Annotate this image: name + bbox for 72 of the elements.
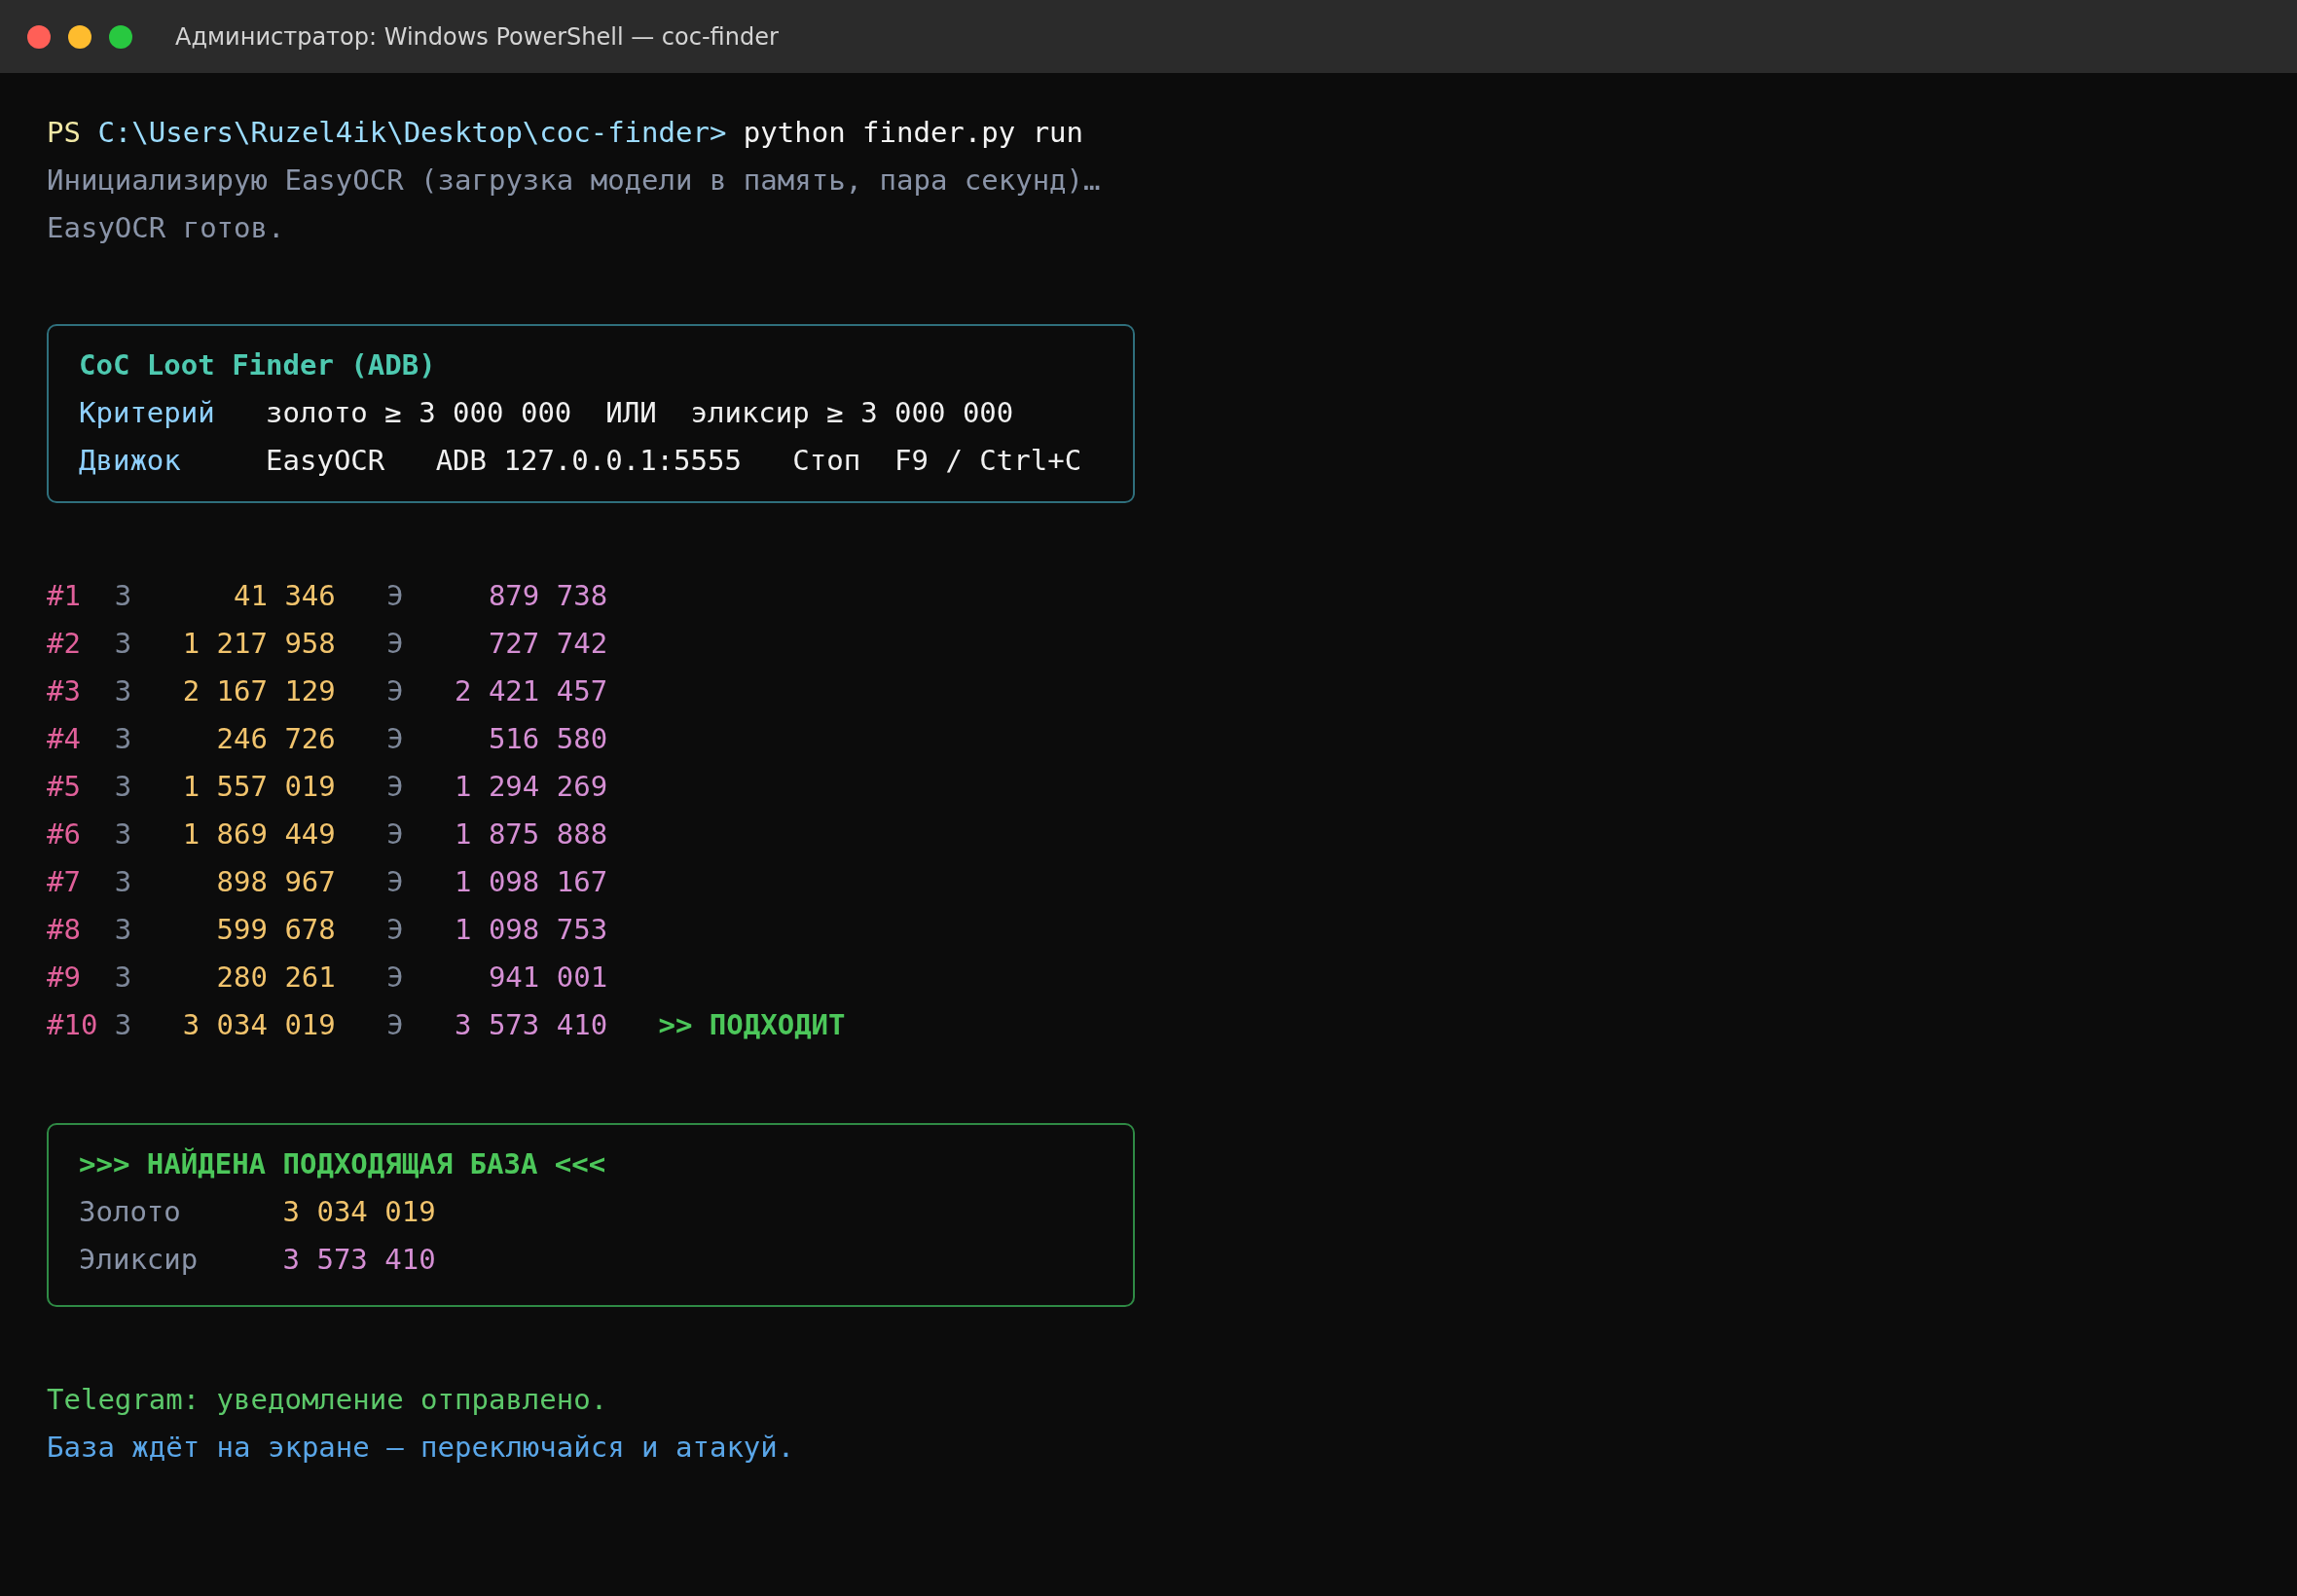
loot-letter: З [114, 769, 132, 805]
scan-number: #2 [47, 626, 82, 662]
maximize-icon[interactable] [109, 24, 132, 49]
loot-amount: 898 967 [215, 864, 336, 900]
scan-number: #1 [47, 578, 82, 614]
loot-letter: З [114, 816, 132, 852]
elixir-amount: 1 098 167 [453, 864, 608, 900]
scan-number: #9 [47, 960, 82, 996]
elixir-amount: 879 738 [487, 578, 608, 614]
loot-amount: 599 678 [215, 912, 336, 948]
elixir-letter: Э [386, 626, 404, 662]
setting-value: EasyOCR ADB 127.0.0.1:5555 Стоп F9 / Ctrl+C [266, 443, 1082, 479]
loot-letter: З [114, 1007, 132, 1043]
elixir-amount: 941 001 [487, 960, 608, 996]
loot-letter: З [114, 864, 132, 900]
loot-letter: З [114, 673, 132, 709]
scan-number: #4 [47, 721, 82, 757]
loot-amount: 1 557 019 [181, 769, 336, 805]
match-verdict: >> ПОДХОДИТ [658, 1007, 846, 1043]
panel-title: >>> НАЙДЕНА ПОДХОДЯЩАЯ БАЗА <<< [79, 1146, 606, 1182]
loot-label: Золото [79, 1194, 182, 1230]
scan-number: #8 [47, 912, 82, 948]
elixir-letter: Э [386, 769, 404, 805]
elixir-amount: 516 580 [487, 721, 608, 757]
command-text: python finder.py run [743, 115, 1084, 151]
loot-amount: 1 869 449 [181, 816, 336, 852]
scan-number: #7 [47, 864, 82, 900]
elixir-letter: Э [386, 960, 404, 996]
elixir-letter: Э [386, 816, 404, 852]
elixir-letter: Э [386, 578, 404, 614]
loot-letter: З [114, 912, 132, 948]
elixir-letter: Э [386, 864, 404, 900]
loot-amount: 41 346 [233, 578, 336, 614]
elixir-amount: 1 294 269 [453, 769, 608, 805]
elixir-amount: 3 573 410 [282, 1242, 436, 1278]
loot-amount: 3 034 019 [181, 1007, 336, 1043]
panel-title: CoC Loot Finder (ADB) [79, 347, 436, 383]
setting-value: золото ≥ 3 000 000 ИЛИ эликсир ≥ 3 000 000 [266, 395, 1014, 431]
prompt-path: C:\Users\Ruzel4ik\Desktop\coc-finder> [97, 115, 727, 151]
window-title: Администратор: Windows PowerShell — coc-finder [175, 22, 779, 51]
loot-amount: 1 217 958 [181, 626, 336, 662]
elixir-label: Эликсир [79, 1242, 200, 1278]
elixir-letter: Э [386, 1007, 404, 1043]
close-icon[interactable] [27, 24, 51, 49]
loot-amount: 280 261 [215, 960, 336, 996]
loot-letter: З [114, 721, 132, 757]
elixir-amount: 2 421 457 [453, 673, 608, 709]
loot-letter: З [114, 960, 132, 996]
loot-letter: З [114, 578, 132, 614]
elixir-amount: 1 875 888 [453, 816, 608, 852]
loot-amount: 2 167 129 [181, 673, 336, 709]
elixir-amount: 1 098 753 [453, 912, 608, 948]
setting-label: Движок [79, 443, 182, 479]
minimize-icon[interactable] [68, 24, 91, 49]
prompt-prefix: PS [47, 115, 81, 151]
loot-letter: З [114, 626, 132, 662]
loot-amount: 246 726 [215, 721, 336, 757]
output-line: Инициализирую EasyOCR (загрузка модели в память, пара секунд)… [47, 163, 1102, 199]
loot-amount: 3 034 019 [282, 1194, 436, 1230]
setting-label: Критерий [79, 395, 216, 431]
output-line: Telegram: уведомление отправлено. [47, 1382, 609, 1418]
output-line: База ждёт на экране — переключайся и атакуй. [47, 1430, 796, 1466]
elixir-amount: 3 573 410 [453, 1007, 608, 1043]
output-line: EasyOCR готов. [47, 210, 286, 246]
elixir-letter: Э [386, 721, 404, 757]
scan-number: #3 [47, 673, 82, 709]
scan-number: #10 [47, 1007, 99, 1043]
scan-number: #6 [47, 816, 82, 852]
elixir-letter: Э [386, 912, 404, 948]
elixir-letter: Э [386, 673, 404, 709]
elixir-amount: 727 742 [487, 626, 608, 662]
scan-number: #5 [47, 769, 82, 805]
